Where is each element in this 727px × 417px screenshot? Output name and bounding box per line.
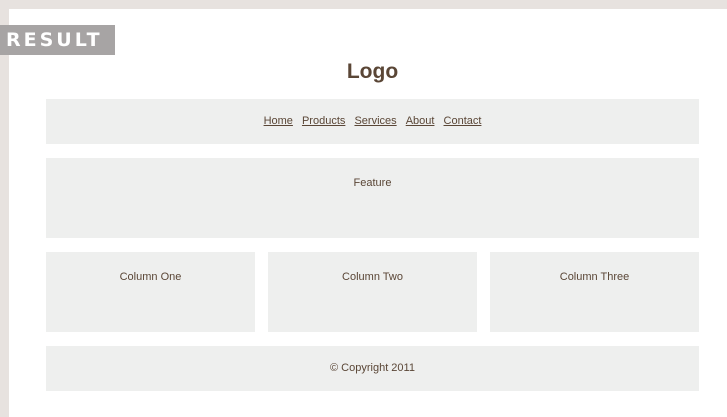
column-three: Column Three — [490, 252, 699, 332]
nav-link-home[interactable]: Home — [264, 115, 293, 127]
feature-section: Feature — [46, 158, 699, 238]
column-two-label: Column Two — [342, 271, 403, 283]
column-two: Column Two — [268, 252, 477, 332]
logo: Logo — [346, 60, 399, 83]
result-badge: RESULT — [0, 25, 115, 55]
column-three-label: Column Three — [559, 271, 630, 283]
nav-link-about[interactable]: About — [406, 115, 435, 127]
nav-link-products[interactable]: Products — [302, 115, 345, 127]
nav-link-contact[interactable]: Contact — [444, 115, 482, 127]
column-one-label: Column One — [119, 271, 182, 283]
footer: © Copyright 2011 — [46, 346, 699, 391]
nav-link-services[interactable]: Services — [354, 115, 396, 127]
copyright-text: © Copyright 2011 — [330, 362, 415, 374]
feature-label: Feature — [353, 177, 392, 189]
nav-bar: Home Products Services About Contact — [46, 99, 699, 144]
column-one: Column One — [46, 252, 255, 332]
